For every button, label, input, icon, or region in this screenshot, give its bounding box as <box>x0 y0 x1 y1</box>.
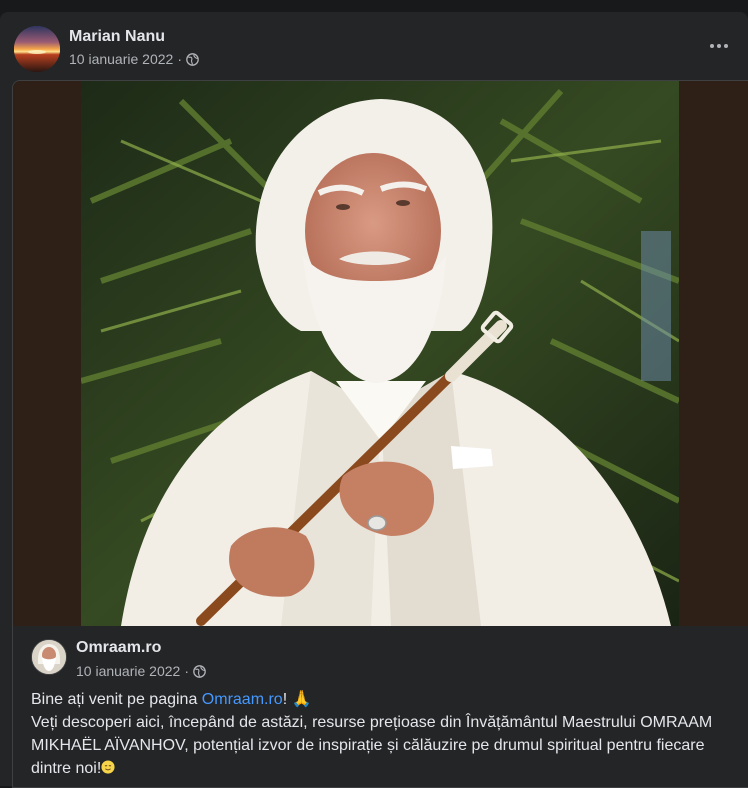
globe-icon[interactable] <box>186 52 199 66</box>
post-meta: 10 ianuarie 2022 · <box>69 51 199 67</box>
intro-line: Bine ați venit pe pagina Omraam.ro! 🙏 <box>31 688 731 711</box>
folded-hands-emoji: 🙏 <box>291 691 312 708</box>
shared-post[interactable]: Omraam.ro 10 ianuarie 2022 · Bine ați ve… <box>12 80 748 788</box>
sunset-avatar-image <box>14 26 60 72</box>
page-link[interactable]: Omraam.ro <box>202 691 283 708</box>
shared-post-author[interactable]: Omraam.ro <box>76 639 161 657</box>
intro-before: Bine ați venit pe pagina <box>31 691 202 708</box>
shared-post-text: Bine ați venit pe pagina Omraam.ro! 🙏 Ve… <box>31 688 731 780</box>
shared-post-date[interactable]: 10 ianuarie 2022 <box>76 663 180 679</box>
body-paragraph: Veți descoperi aici, începând de astăzi,… <box>31 714 713 777</box>
bearded-man-avatar-image <box>32 640 66 674</box>
meta-separator: · <box>177 51 182 67</box>
shared-photo-frame <box>13 81 748 626</box>
globe-icon[interactable] <box>193 664 206 678</box>
post-header: Marian Nanu 10 ianuarie 2022 · <box>14 26 734 72</box>
meta-separator: · <box>184 663 189 679</box>
top-strip <box>0 0 748 12</box>
smiling-face-icon <box>101 760 115 774</box>
post-author[interactable]: Marian Nanu <box>69 28 165 46</box>
intro-after: ! <box>282 691 292 708</box>
shared-photo[interactable] <box>81 81 679 626</box>
avatar[interactable] <box>14 26 60 72</box>
shared-post-header: Omraam.ro 10 ianuarie 2022 · <box>31 639 731 679</box>
shared-post-meta: 10 ianuarie 2022 · <box>76 663 206 679</box>
shared-author-avatar[interactable] <box>31 639 67 675</box>
post-card: Marian Nanu 10 ianuarie 2022 · Omraam.ro… <box>0 12 748 788</box>
post-date[interactable]: 10 ianuarie 2022 <box>69 51 173 67</box>
more-options-icon[interactable] <box>704 36 734 56</box>
body-text: Veți descoperi aici, începând de astăzi,… <box>31 711 731 780</box>
